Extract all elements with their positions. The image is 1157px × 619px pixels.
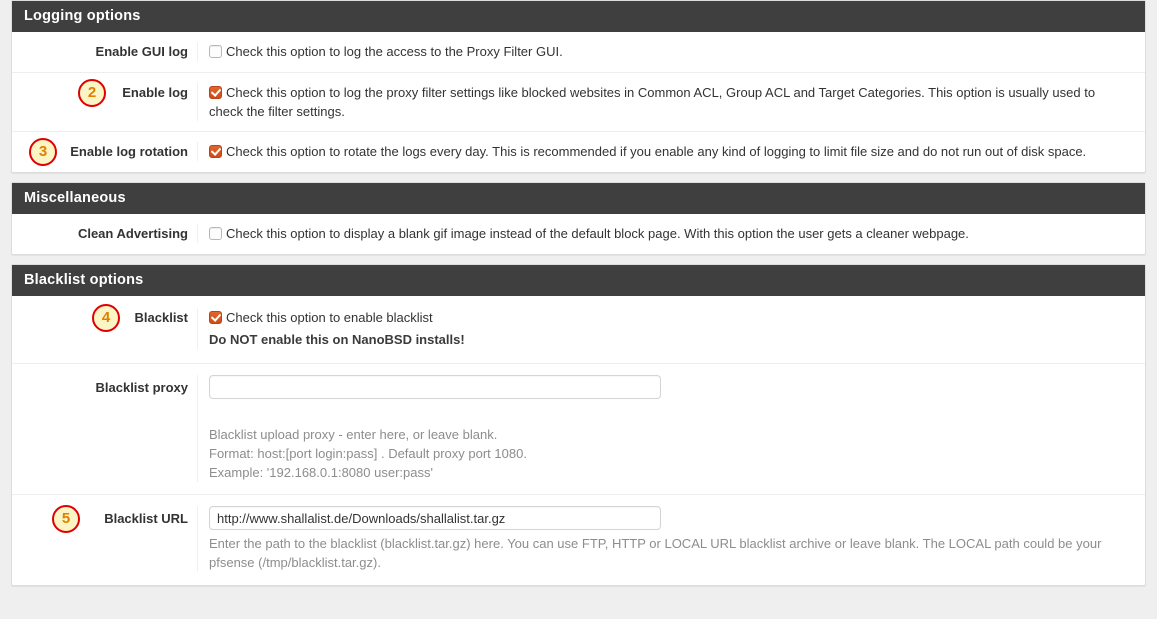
control-blacklist-enable: Check this option to enable blacklist Do… xyxy=(197,308,1145,349)
help-blacklist-proxy: Blacklist upload proxy - enter here, or … xyxy=(209,425,1129,482)
checkbox-row-enable-log-rotation[interactable]: Check this option to rotate the logs eve… xyxy=(209,142,1131,161)
checkbox-clean-advertising[interactable] xyxy=(209,227,222,240)
annotation-badge-3: 3 xyxy=(29,138,57,166)
label-text-blacklist-url: Blacklist URL xyxy=(104,511,188,526)
panel-heading-blacklist-options: Blacklist options xyxy=(12,265,1145,296)
help-blacklist-proxy-line-1: Blacklist upload proxy - enter here, or … xyxy=(209,427,498,442)
warning-nanobsd: Do NOT enable this on NanoBSD installs! xyxy=(209,332,465,347)
row-clean-advertising: Clean Advertising Check this option to d… xyxy=(12,214,1145,254)
label-text-enable-log: Enable log xyxy=(122,85,188,100)
description-clean-advertising: Check this option to display a blank gif… xyxy=(226,226,969,241)
blacklist-url-input[interactable] xyxy=(209,506,661,530)
control-clean-advertising: Check this option to display a blank gif… xyxy=(197,224,1145,243)
control-enable-log: Check this option to log the proxy filte… xyxy=(197,83,1145,121)
description-enable-gui-log: Check this option to log the access to t… xyxy=(226,44,563,59)
annotation-badge-2: 2 xyxy=(78,79,106,107)
panel-body-miscellaneous: Clean Advertising Check this option to d… xyxy=(12,214,1145,254)
label-enable-log-rotation: 3 Enable log rotation xyxy=(12,138,197,166)
label-text-enable-log-rotation: Enable log rotation xyxy=(70,144,188,159)
help-blacklist-proxy-line-2: Format: host:[port login:pass] . Default… xyxy=(209,446,527,461)
label-blacklist-url: 5 Blacklist URL xyxy=(12,505,197,533)
control-enable-gui-log: Check this option to log the access to t… xyxy=(197,42,1145,61)
help-blacklist-proxy-line-3: Example: '192.168.0.1:8080 user:pass' xyxy=(209,465,433,480)
label-text-enable-gui-log: Enable GUI log xyxy=(95,44,188,59)
checkbox-enable-gui-log[interactable] xyxy=(209,45,222,58)
panel-blacklist-options: Blacklist options 4 Blacklist Check this… xyxy=(11,264,1146,586)
checkbox-row-enable-log[interactable]: Check this option to log the proxy filte… xyxy=(209,83,1131,121)
blacklist-proxy-input[interactable] xyxy=(209,375,661,399)
control-blacklist-proxy: Blacklist upload proxy - enter here, or … xyxy=(197,375,1145,482)
panel-body-logging-options: Enable GUI log Check this option to log … xyxy=(12,32,1145,172)
label-text-blacklist-enable: Blacklist xyxy=(134,310,188,325)
description-enable-log: Check this option to log the proxy filte… xyxy=(209,85,1096,119)
checkbox-enable-log[interactable] xyxy=(209,86,222,99)
description-blacklist-enable: Check this option to enable blacklist xyxy=(226,310,433,325)
label-clean-advertising: Clean Advertising xyxy=(12,224,197,242)
label-text-blacklist-proxy: Blacklist proxy xyxy=(95,380,189,395)
checkbox-row-enable-gui-log[interactable]: Check this option to log the access to t… xyxy=(209,42,1131,61)
row-blacklist-enable: 4 Blacklist Check this option to enable … xyxy=(12,296,1145,363)
checkbox-row-blacklist-enable[interactable]: Check this option to enable blacklist xyxy=(209,308,1131,327)
annotation-badge-4: 4 xyxy=(92,304,120,332)
checkbox-blacklist-enable[interactable] xyxy=(209,311,222,324)
row-blacklist-proxy: Blacklist proxy Blacklist upload proxy -… xyxy=(12,363,1145,494)
panel-heading-miscellaneous: Miscellaneous xyxy=(12,183,1145,214)
control-enable-log-rotation: Check this option to rotate the logs eve… xyxy=(197,142,1145,161)
help-blacklist-url: Enter the path to the blacklist (blackli… xyxy=(209,536,1102,570)
row-enable-gui-log: Enable GUI log Check this option to log … xyxy=(12,32,1145,72)
panel-logging-options: Logging options Enable GUI log Check thi… xyxy=(11,0,1146,173)
annotation-badge-5: 5 xyxy=(52,505,80,533)
control-blacklist-url: Enter the path to the blacklist (blackli… xyxy=(197,506,1145,572)
checkbox-row-clean-advertising[interactable]: Check this option to display a blank gif… xyxy=(209,224,1131,243)
checkbox-enable-log-rotation[interactable] xyxy=(209,145,222,158)
label-blacklist-proxy: Blacklist proxy xyxy=(12,375,197,396)
row-enable-log-rotation: 3 Enable log rotation Check this option … xyxy=(12,131,1145,172)
panel-heading-logging-options: Logging options xyxy=(12,1,1145,32)
label-enable-log: 2 Enable log xyxy=(12,79,197,107)
description-enable-log-rotation: Check this option to rotate the logs eve… xyxy=(226,144,1087,159)
label-text-clean-advertising: Clean Advertising xyxy=(77,226,188,241)
row-blacklist-url: 5 Blacklist URL Enter the path to the bl… xyxy=(12,494,1145,585)
row-enable-log: 2 Enable log Check this option to log th… xyxy=(12,72,1145,131)
proxy-filter-settings-page: Logging options Enable GUI log Check thi… xyxy=(0,0,1157,619)
label-blacklist-enable: 4 Blacklist xyxy=(12,304,197,332)
panel-body-blacklist-options: 4 Blacklist Check this option to enable … xyxy=(12,296,1145,585)
panel-miscellaneous: Miscellaneous Clean Advertising Check th… xyxy=(11,182,1146,255)
label-enable-gui-log: Enable GUI log xyxy=(12,42,197,60)
